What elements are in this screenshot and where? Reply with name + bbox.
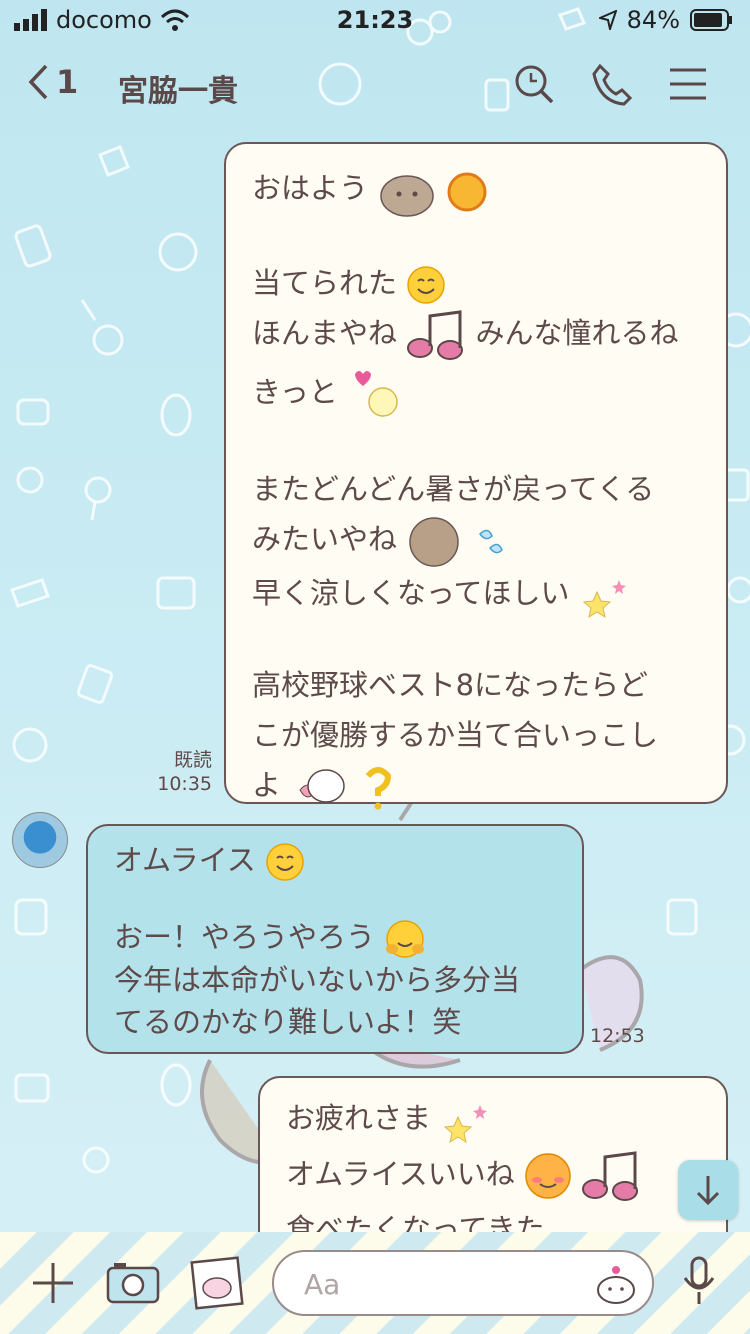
message-text: おー！やろうやろう xyxy=(114,920,376,954)
message-text: またどんどん暑さが戻ってくる xyxy=(252,472,655,506)
message-text: こが優勝するか当て合いっこし xyxy=(252,718,659,752)
message-text: おはよう xyxy=(252,171,369,205)
message-line: 高校野球ベスト8になったらど xyxy=(252,660,726,710)
message-line: 今年は本命がいないから多分当 xyxy=(114,959,582,1001)
message-text: みんな憧れるね xyxy=(475,316,679,350)
search-icon[interactable] xyxy=(512,62,556,106)
read-label: 既読 xyxy=(173,749,212,771)
message-text: 早く涼しくなってほしい xyxy=(252,576,570,610)
bunny-question-icon xyxy=(299,767,392,810)
unread-count: 1 xyxy=(56,63,79,101)
avatar[interactable] xyxy=(12,812,68,868)
bear-sweat-sticker-icon xyxy=(409,517,504,567)
message-time: 10:35 xyxy=(157,773,212,795)
photo-album-icon[interactable] xyxy=(190,1256,244,1310)
chat-header: 1 宮脇一貴 xyxy=(0,48,750,120)
message-text: みたいやね xyxy=(252,522,398,556)
sticker-icon[interactable] xyxy=(594,1262,638,1306)
location-icon xyxy=(598,10,617,30)
bear-sun-sticker-icon xyxy=(380,172,487,217)
music-note-icon xyxy=(582,1151,639,1201)
chick-heart-icon xyxy=(355,371,398,417)
input-placeholder: Aa xyxy=(304,1268,341,1301)
chat-title: 宮脇一貴 xyxy=(118,74,238,109)
phone-icon[interactable] xyxy=(590,62,634,106)
message-line: 早く涼しくなってほしい xyxy=(252,568,726,620)
input-bar: Aa xyxy=(0,1232,750,1334)
status-bar: docomo 21:23 84% xyxy=(0,0,750,40)
music-note-icon xyxy=(407,310,464,360)
message-line: お疲れさま xyxy=(286,1092,726,1145)
plus-icon[interactable] xyxy=(30,1260,76,1306)
message-bubble-sent[interactable]: おはよう 当てられた ほんまやね みんな憧れるね きっと またどんどん暑さが戻っ… xyxy=(224,142,728,810)
battery-icon xyxy=(690,9,732,31)
scroll-down-button[interactable] xyxy=(678,1160,738,1220)
message-line: てるのかなり難しいよ！笑 xyxy=(114,1001,582,1043)
message-text: ほんまやね xyxy=(252,316,398,350)
message-text: よ xyxy=(252,768,282,802)
chevron-left-icon xyxy=(28,64,48,100)
message-bubble-received[interactable]: オムライス おー！やろうやろう 今年は本命がいないから多分当 てるのかなり難しい… xyxy=(86,824,584,1054)
message-line: みたいやね xyxy=(252,514,726,568)
stars-icon xyxy=(582,580,626,619)
message-line: ほんまやね みんな憧れるね xyxy=(252,308,726,360)
message-text: オムライスいいね xyxy=(286,1157,515,1191)
message-text: 今年は本命がいないから多分当 xyxy=(114,963,521,997)
message-line: よ xyxy=(252,760,726,814)
message-text: てるのかなり難しいよ！笑 xyxy=(114,1005,462,1039)
arrow-down-icon xyxy=(696,1176,720,1206)
back-button[interactable]: 1 xyxy=(26,62,78,102)
message-text: オムライス xyxy=(114,843,256,877)
message-line: こが優勝するか当て合いっこし xyxy=(252,710,726,760)
message-line: おー！やろうやろう xyxy=(114,916,582,959)
message-line: オムライス xyxy=(114,838,582,882)
message-text: 高校野球ベスト8になったらど xyxy=(252,668,649,702)
message-meta: 既読 10:35 xyxy=(150,748,212,796)
message-input[interactable]: Aa xyxy=(272,1250,654,1316)
smile-icon xyxy=(407,266,445,304)
message-text: 当てられた xyxy=(252,266,398,300)
status-right: 84% xyxy=(598,6,734,34)
microphone-icon[interactable] xyxy=(682,1256,716,1308)
battery-percent: 84% xyxy=(626,6,680,34)
stars-icon xyxy=(444,1105,488,1144)
menu-icon[interactable] xyxy=(666,62,710,106)
message-text: お疲れさま xyxy=(286,1101,432,1135)
message-line: 当てられた xyxy=(252,258,726,308)
message-line: オムライスいいね xyxy=(286,1145,726,1203)
blush-emoji-icon xyxy=(525,1153,571,1199)
message-line: おはよう xyxy=(252,162,726,218)
message-time: 12:53 xyxy=(590,1025,645,1047)
message-text: きっと xyxy=(252,375,338,409)
hug-emoji-icon xyxy=(386,920,425,958)
message-line: またどんどん暑さが戻ってくる xyxy=(252,464,726,514)
camera-icon[interactable] xyxy=(106,1260,160,1304)
message-line: きっと xyxy=(252,360,726,424)
smile-icon xyxy=(266,843,304,881)
